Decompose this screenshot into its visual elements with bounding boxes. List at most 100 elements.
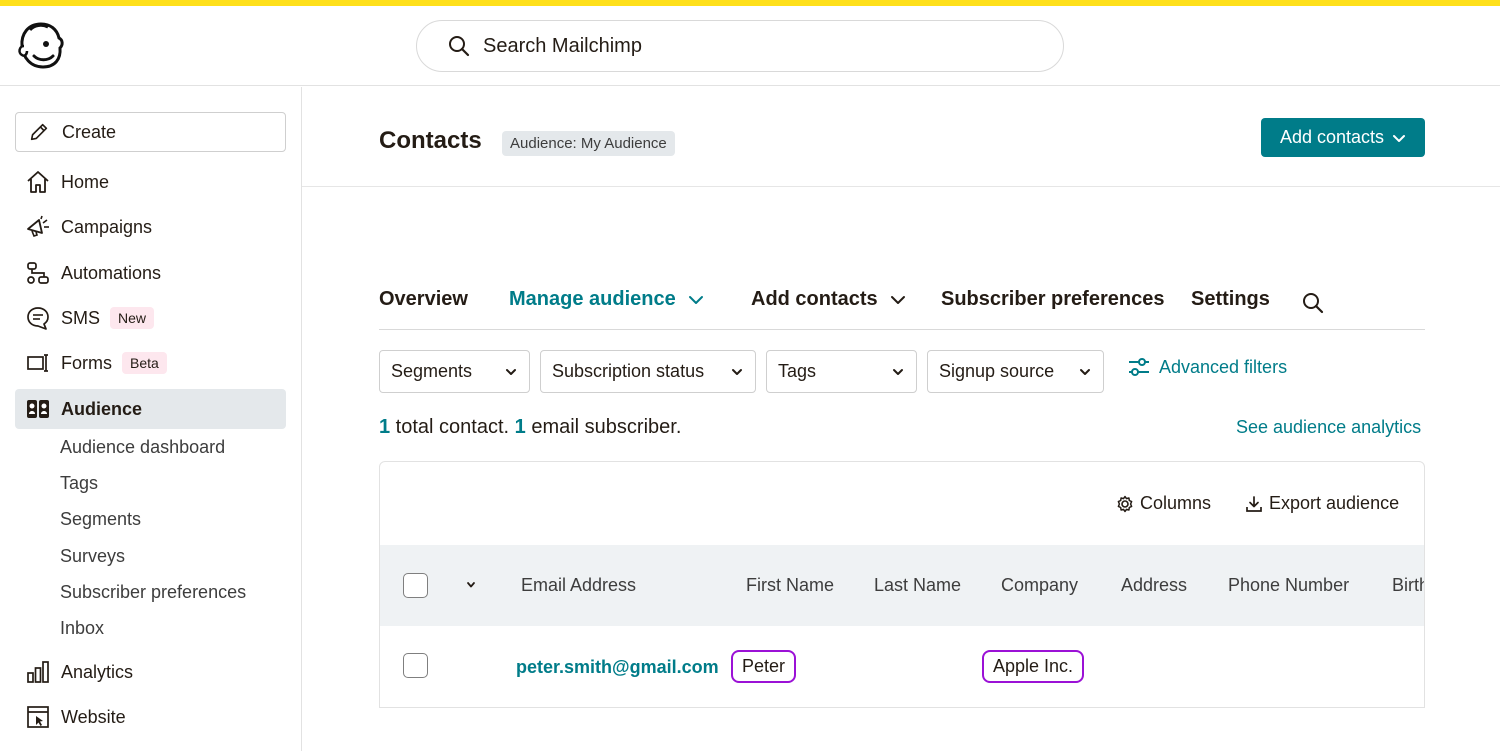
sliders-icon: [1129, 358, 1149, 376]
global-search-bar[interactable]: Search Mailchimp: [416, 20, 1064, 72]
chevron-down-icon: [506, 368, 516, 375]
see-audience-analytics-link[interactable]: See audience analytics: [1236, 417, 1421, 438]
create-button[interactable]: Create: [15, 112, 286, 152]
column-header-last-name[interactable]: Last Name: [874, 575, 961, 596]
select-all-checkbox[interactable]: [403, 573, 428, 598]
website-icon: [27, 706, 49, 728]
tab-subscriber-preferences[interactable]: Subscriber preferences: [941, 288, 1164, 311]
automation-icon: [27, 262, 49, 284]
sidebar-item-label: Forms: [61, 352, 112, 373]
email-subscribers-count: 1: [514, 416, 526, 438]
main-content: Contacts Audience: My Audience Add conta…: [302, 87, 1500, 751]
row-checkbox[interactable]: [403, 653, 428, 678]
columns-button[interactable]: Columns: [1116, 493, 1211, 514]
export-audience-button[interactable]: Export audience: [1245, 493, 1399, 514]
signup-source-filter[interactable]: Signup source: [927, 350, 1104, 393]
sidebar-item-forms[interactable]: Forms Beta: [15, 343, 286, 383]
sidebar-item-sms[interactable]: SMS New: [15, 298, 286, 338]
column-header-birthday[interactable]: Birth: [1392, 575, 1424, 596]
contacts-table: Columns Export audience Email Address Fi…: [379, 461, 1425, 708]
tab-manage-audience[interactable]: Manage audience: [509, 288, 704, 311]
sidebar-item-label: Campaigns: [61, 216, 153, 237]
chevron-down-icon: [688, 295, 703, 304]
chevron-down-icon: [890, 295, 905, 304]
columns-label: Columns: [1140, 493, 1212, 513]
add-contacts-button-label: Add contacts: [1279, 127, 1385, 147]
gear-icon: [1117, 495, 1133, 512]
search-input[interactable]: Search Mailchimp: [483, 35, 642, 58]
bar-chart-icon: [27, 661, 49, 683]
create-button-label: Create: [62, 121, 117, 142]
audience-icon: [27, 400, 49, 418]
add-contacts-button[interactable]: Add contacts: [1261, 118, 1425, 157]
sidebar-item-label: Audience: [61, 398, 143, 419]
home-icon: [27, 171, 49, 193]
sidebar-item-audience[interactable]: Audience: [15, 389, 286, 429]
chevron-down-icon: [893, 368, 903, 375]
tags-filter[interactable]: Tags: [766, 350, 917, 393]
column-header-phone-number[interactable]: Phone Number: [1228, 575, 1349, 596]
filter-label: Tags: [778, 361, 817, 381]
tab-search-icon[interactable]: [1301, 291, 1325, 315]
segments-filter[interactable]: Segments: [379, 350, 530, 393]
sidebar-sub-segments[interactable]: Segments: [60, 509, 141, 530]
sidebar-item-automations[interactable]: Automations: [15, 253, 286, 293]
sidebar-sub-audience-dashboard[interactable]: Audience dashboard: [60, 437, 225, 458]
subscription-status-filter[interactable]: Subscription status: [540, 350, 756, 393]
tab-label: Settings: [1191, 288, 1270, 310]
contact-totals: 1 total contact. 1 email subscriber.: [379, 416, 681, 439]
contact-company: Apple Inc.: [982, 650, 1085, 683]
chevron-down-icon: [1393, 134, 1406, 142]
advanced-filters-link[interactable]: Advanced filters: [1127, 355, 1287, 379]
sidebar: Create Home Campaigns Automations SMS Ne…: [0, 87, 302, 751]
column-header-email[interactable]: Email Address: [521, 575, 636, 596]
tab-settings[interactable]: Settings: [1191, 288, 1270, 311]
megaphone-icon: [27, 215, 49, 237]
sidebar-sub-tags[interactable]: Tags: [60, 473, 98, 494]
sidebar-item-campaigns[interactable]: Campaigns: [15, 207, 286, 247]
mailchimp-logo-icon[interactable]: [16, 20, 66, 72]
column-header-company[interactable]: Company: [1001, 575, 1078, 596]
chevron-down-icon: [1080, 368, 1090, 375]
sidebar-item-home[interactable]: Home: [15, 162, 286, 202]
sidebar-item-website[interactable]: Website: [15, 697, 286, 737]
chevron-down-icon: [732, 368, 742, 375]
tab-label: Overview: [379, 288, 468, 310]
export-audience-label: Export audience: [1269, 493, 1400, 513]
download-icon: [1246, 495, 1262, 512]
tab-label: Subscriber preferences: [941, 288, 1165, 310]
tab-label: Manage audience: [509, 288, 676, 310]
audience-chip[interactable]: Audience: My Audience: [502, 131, 675, 156]
sidebar-sub-inbox[interactable]: Inbox: [60, 618, 104, 639]
sidebar-item-label: SMS: [61, 307, 101, 328]
audience-tabs: Overview Manage audience Add contacts Su…: [379, 283, 1425, 330]
total-contacts-text: total contact.: [390, 416, 515, 438]
page-title: Contacts: [379, 127, 482, 154]
sidebar-item-analytics[interactable]: Analytics: [15, 652, 286, 692]
chevron-down-icon[interactable]: [466, 580, 476, 590]
sidebar-sub-surveys[interactable]: Surveys: [60, 546, 125, 567]
filter-label: Segments: [391, 361, 473, 381]
column-header-first-name[interactable]: First Name: [746, 575, 834, 596]
filter-label: Subscription status: [552, 361, 705, 381]
advanced-filters-label: Advanced filters: [1159, 356, 1288, 377]
table-toolbar: Columns Export audience: [380, 462, 1424, 545]
sms-icon: [27, 307, 49, 330]
filter-label: Signup source: [939, 361, 1055, 381]
pencil-icon: [30, 123, 48, 141]
search-icon: [449, 36, 470, 57]
sidebar-sub-subscriber-preferences[interactable]: Subscriber preferences: [60, 582, 246, 603]
contact-email-link[interactable]: peter.smith@gmail.com: [516, 657, 719, 678]
table-header-row: Email Address First Name Last Name Compa…: [380, 545, 1424, 626]
tab-add-contacts[interactable]: Add contacts: [751, 288, 906, 311]
total-contacts-count: 1: [379, 416, 391, 438]
tab-overview[interactable]: Overview: [379, 288, 468, 311]
column-header-address[interactable]: Address: [1121, 575, 1187, 596]
forms-icon: [27, 354, 48, 372]
tab-label: Add contacts: [751, 288, 878, 310]
new-badge: New: [110, 307, 155, 329]
table-row: peter.smith@gmail.com Peter Apple Inc.: [380, 626, 1424, 707]
contact-first-name: Peter: [731, 650, 797, 683]
page-header: Contacts Audience: My Audience Add conta…: [302, 87, 1500, 187]
sidebar-item-label: Analytics: [61, 661, 134, 682]
